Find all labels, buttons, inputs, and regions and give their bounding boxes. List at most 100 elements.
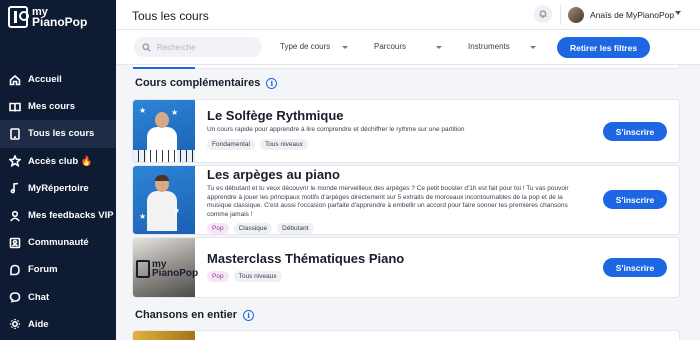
sidebar-item-accueil[interactable]: Accueil (0, 66, 116, 93)
book-icon (8, 100, 22, 114)
filter-bar: Type de cours Parcours Instruments Retir… (116, 30, 700, 65)
sidebar-item-label: Forum (28, 264, 58, 276)
sidebar-item-label: MyRépertoire (28, 182, 89, 194)
home-icon (8, 73, 22, 87)
sidebar-item-label: Chat (28, 291, 50, 303)
sidebar-item-label: Communauté (28, 237, 89, 249)
enroll-button[interactable]: S'inscrire (603, 122, 667, 141)
notification-bell-icon[interactable] (534, 5, 552, 23)
course-card-arpeges[interactable]: ★ ★ Les arpèges au piano Tu es débutant … (132, 165, 680, 235)
course-tag: Débutant (277, 223, 314, 234)
sidebar-item-label: Tous les cours (28, 128, 95, 140)
header-divider (560, 5, 561, 25)
music-note-icon (8, 181, 22, 195)
parcours-select[interactable]: Parcours (374, 42, 442, 51)
course-info: Le Solfège Rythmique Un cours rapide pou… (207, 108, 577, 150)
chevron-down-icon (530, 46, 536, 49)
course-tags: Pop Classique Débutant (207, 223, 577, 234)
select-label: Parcours (374, 42, 407, 51)
sidebar-item-label: Aide (28, 318, 49, 330)
sidebar-item-chat[interactable]: Chat (0, 284, 116, 311)
sidebar-item-label: Mes feedbacks VIP (28, 210, 114, 222)
mypianopop-logo[interactable]: my PianoPop (8, 6, 87, 28)
logo-text-name: PianoPop (32, 15, 88, 29)
course-tag: Pop (207, 223, 229, 234)
star-decoration-icon: ★ (139, 106, 147, 115)
contacts-icon (8, 236, 22, 250)
select-label: Type de cours (280, 42, 331, 51)
course-description: Un cours rapide pour apprendre à lire co… (207, 126, 465, 133)
enroll-button[interactable]: S'inscrire (603, 190, 667, 209)
section-title-full-songs: Chansons en entier i (135, 309, 255, 321)
course-tag: Fondamental (207, 138, 255, 150)
course-tags: Fondamental Tous niveaux (207, 138, 577, 150)
course-tag: Tous niveaux (259, 138, 308, 150)
course-card-solfege[interactable]: ★ ★ Le Solfège Rythmique Un cours rapide… (132, 99, 680, 163)
forum-icon (8, 263, 22, 277)
enroll-button[interactable]: S'inscrire (603, 258, 667, 277)
sidebar-item-label: Mes cours (28, 101, 75, 113)
instruments-select[interactable]: Instruments (468, 42, 536, 51)
course-thumbnail: my PianoPop (133, 238, 198, 297)
chevron-down-icon[interactable] (675, 11, 681, 15)
chevron-down-icon (436, 46, 442, 49)
course-thumbnail (133, 331, 195, 340)
search-input[interactable] (157, 42, 257, 52)
mypianopop-logo-thumbnail: my PianoPop (136, 260, 198, 279)
course-info: Les arpèges au piano Tu es débutant et t… (207, 167, 577, 234)
avatar[interactable] (568, 7, 584, 23)
course-tag: Classique (233, 223, 273, 234)
search-box[interactable] (134, 37, 262, 57)
sidebar-item-label: Accès club 🔥 (28, 155, 93, 167)
select-label: Instruments (468, 42, 510, 51)
star-decoration-icon: ★ (173, 206, 181, 215)
reset-filters-button[interactable]: Retirer les filtres (557, 37, 650, 58)
course-tags: Pop Tous niveaux (207, 271, 577, 282)
course-tag: Tous niveaux (233, 271, 282, 282)
star-icon (8, 154, 22, 168)
sidebar-item-mes-cours[interactable]: Mes cours (0, 93, 116, 120)
course-title[interactable]: Le Solfège Rythmique (207, 108, 577, 123)
page-title: Tous les cours (132, 9, 209, 23)
course-info: Masterclass Thématiques Piano Pop Tous n… (207, 251, 577, 282)
chat-icon (8, 290, 22, 304)
star-decoration-icon: ★ (171, 108, 179, 117)
tablet-icon (8, 127, 22, 141)
sidebar-item-aide[interactable]: Aide (0, 311, 116, 338)
sidebar-item-mes-feedbacks-vip[interactable]: Mes feedbacks VIP (0, 202, 116, 229)
course-thumbnail: ★ ★ (133, 100, 195, 162)
main-content: Cours complémentaires i ★ ★ Le Solfège R… (116, 65, 700, 340)
course-card-masterclass[interactable]: my PianoPop Masterclass Thématiques Piano… (132, 237, 680, 298)
info-icon[interactable]: i (243, 309, 255, 321)
star-decoration-icon: ★ (139, 212, 147, 221)
previous-card-edge (132, 65, 680, 69)
sidebar-item-forum[interactable]: Forum (0, 256, 116, 283)
sidebar-item-label: Accueil (28, 74, 62, 86)
help-icon (8, 317, 22, 331)
sidebar-item-myrepertoire[interactable]: MyRépertoire (0, 175, 116, 202)
search-icon (142, 42, 151, 52)
user-icon (8, 209, 22, 223)
section-title-text: Chansons en entier (135, 309, 238, 321)
sidebar-nav: Accueil Mes cours Tous les cours Accès c… (0, 66, 116, 338)
sidebar-item-communaute[interactable]: Communauté (0, 229, 116, 256)
section-title-complementary: Cours complémentaires i (135, 77, 278, 89)
piano-keys-decoration (133, 150, 195, 162)
sidebar: my PianoPop Accueil Mes cours Tous les c… (0, 0, 116, 340)
sidebar-item-acces-club[interactable]: Accès club 🔥 (0, 148, 116, 175)
teacher-figure (147, 175, 177, 231)
logo-mark-icon (8, 6, 29, 28)
course-title[interactable]: Les arpèges au piano (207, 167, 577, 182)
course-title[interactable]: Masterclass Thématiques Piano (207, 251, 577, 266)
course-description: Tu es débutant et tu veux découvrir le m… (207, 185, 569, 218)
course-card-partial[interactable] (132, 330, 680, 340)
top-header: Tous les cours Anaïs de MyPianoPop (116, 0, 700, 30)
sidebar-item-tous-les-cours[interactable]: Tous les cours (0, 120, 116, 148)
chevron-down-icon (342, 46, 348, 49)
course-tag: Pop (207, 271, 229, 282)
course-thumbnail: ★ ★ (133, 166, 195, 234)
type-de-cours-select[interactable]: Type de cours (280, 42, 348, 51)
user-name[interactable]: Anaïs de MyPianoPop (590, 10, 674, 20)
info-icon[interactable]: i (266, 77, 278, 89)
section-title-text: Cours complémentaires (135, 77, 261, 89)
